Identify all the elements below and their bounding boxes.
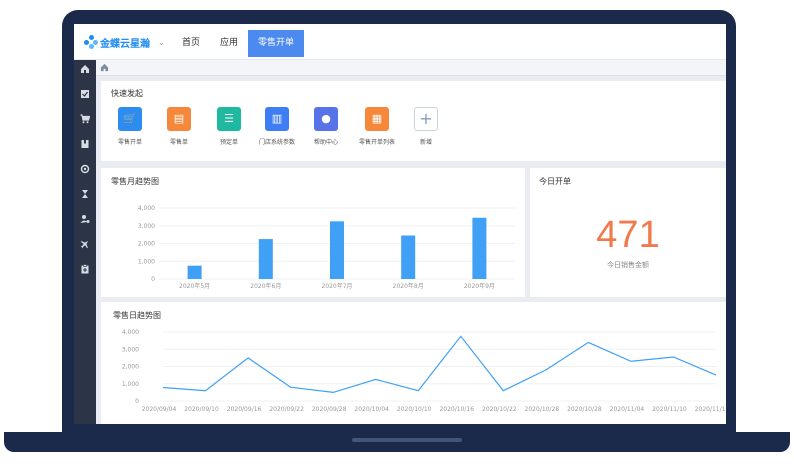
daily-line-chart: 0 1,000 2,000 3,000 4,000 2020/09/04 2020/09/1… — [122, 329, 726, 413]
chevron-down-icon[interactable]: ⌄ — [158, 38, 165, 47]
y-tick-label: 2,000 — [122, 364, 139, 371]
logo-icon — [84, 35, 98, 49]
cart-icon[interactable] — [74, 114, 96, 128]
printer-icon: ▦ — [365, 107, 389, 131]
plus-icon: + — [414, 107, 438, 131]
app-logo[interactable]: 金蝶云星瀚 ⌄ — [84, 35, 165, 50]
x-tick-label: 2020/10/04 — [354, 406, 389, 413]
bar — [330, 221, 344, 279]
quick-item-label: 预定单 — [219, 139, 238, 146]
x-tick-label: 2020/10/22 — [482, 406, 517, 413]
airplane-icon[interactable] — [74, 239, 96, 253]
nav-retail-order[interactable]: 零售开单 — [248, 30, 305, 57]
y-tick-label: 3,000 — [138, 223, 155, 230]
y-tick-label: 1,000 — [138, 258, 155, 265]
x-tick-label: 2020/09/16 — [227, 406, 262, 413]
x-tick-label: 2020/09/10 — [184, 406, 219, 413]
quick-item-label: 零售开单 — [117, 139, 142, 146]
quick-start-title: 快速发起 — [111, 89, 143, 98]
quick-start-card: 快速发起 🛒 零售开单 ▤ 零售单 ☰ 预定单 ▥ 门店系统参数 ● 帮助中心 … — [101, 81, 726, 161]
home-icon[interactable] — [74, 64, 96, 78]
y-tick-label: 3,000 — [122, 346, 139, 353]
y-tick-label: 0 — [135, 398, 139, 405]
quick-item-add[interactable]: + 新增 — [406, 107, 446, 146]
x-tick-label: 2020/11/10 — [652, 406, 687, 413]
x-tick-label: 2020/09/04 — [142, 406, 177, 413]
bar — [472, 217, 487, 279]
clipboard-icon[interactable] — [74, 264, 96, 278]
daily-trend-card: 零售日趋势图 0 1,000 2,000 3,000 4,000 2020/09/04 20… — [101, 302, 726, 424]
today-orders-card: 今日开单 471 今日销售金额 — [530, 168, 726, 297]
quick-item-help-center[interactable]: ● 帮助中心 — [306, 107, 346, 146]
bar — [187, 265, 202, 279]
logo-text: 金蝶云星瀚 — [100, 38, 150, 50]
top-bar: 金蝶云星瀚 ⌄ 首页 应用 零售开单 — [74, 24, 726, 60]
today-sales-value: 471 — [596, 214, 660, 256]
top-nav: 首页 应用 零售开单 — [172, 30, 305, 57]
bar — [401, 235, 416, 279]
x-tick-label: 2020年8月 — [393, 282, 424, 290]
person-icon: ● — [314, 107, 338, 131]
app-screen: 金蝶云星瀚 ⌄ 首页 应用 零售开单 快速发起 🛒 零售开单 ▤ 零售单 ☰ 预… — [74, 24, 726, 424]
today-sales-caption: 今日销售金额 — [607, 261, 649, 269]
laptop-base — [4, 432, 790, 452]
y-tick-label: 4,000 — [138, 205, 155, 212]
x-tick-label: 2020年9月 — [464, 282, 495, 290]
quick-item-order-list[interactable]: ▦ 零售开单列表 — [357, 107, 397, 146]
quick-item-label: 帮助中心 — [313, 139, 338, 146]
x-tick-label: 2020/10/16 — [439, 406, 474, 413]
y-tick-label: 1,000 — [122, 381, 139, 388]
check-square-icon[interactable] — [74, 89, 96, 103]
x-tick-label: 2020/09/22 — [269, 406, 304, 413]
list-doc-icon: ☰ — [217, 107, 241, 131]
nav-home[interactable]: 首页 — [172, 30, 210, 57]
quick-item-store-params[interactable]: ▥ 门店系统参数 — [257, 107, 297, 146]
y-tick-label: 0 — [151, 276, 155, 283]
quick-item-label: 门店系统参数 — [258, 139, 295, 146]
cart-icon: 🛒 — [118, 107, 142, 131]
today-orders-title: 今日开单 — [539, 177, 571, 186]
bar-doc-icon: ▤ — [167, 107, 191, 131]
x-tick-label: 2020/09/28 — [312, 406, 347, 413]
breadcrumb-home-icon[interactable] — [100, 63, 109, 75]
y-tick-label: 2,000 — [138, 241, 155, 248]
refresh-icon[interactable] — [74, 164, 96, 178]
y-tick-label: 4,000 — [122, 329, 139, 336]
laptop-notch — [352, 438, 462, 442]
breadcrumb — [96, 60, 726, 76]
hourglass-icon[interactable] — [74, 189, 96, 203]
x-tick-label: 2020年7月 — [321, 282, 352, 290]
chart-doc-icon: ▥ — [265, 107, 289, 131]
x-tick-label: 2020/10/10 — [397, 406, 432, 413]
quick-item-label: 零售开单列表 — [358, 139, 395, 146]
nav-apps[interactable]: 应用 — [210, 30, 248, 57]
user-gear-icon[interactable] — [74, 214, 96, 228]
x-tick-label: 2020/10/28 — [525, 406, 560, 413]
x-tick-label: 2020/11/16 — [695, 406, 726, 413]
x-tick-label: 2020/11/04 — [610, 406, 645, 413]
bar — [258, 239, 273, 279]
quick-item-label: 零售单 — [169, 139, 188, 146]
quick-item-retail-slip[interactable]: ▤ 零售单 — [159, 107, 199, 146]
monthly-bar-chart: 0 1,000 2,000 3,000 4,000 2020年5月 2020年6月 2020年… — [138, 205, 515, 290]
quick-item-label: 新增 — [419, 139, 432, 146]
sidebar — [74, 60, 96, 424]
quick-item-retail-order[interactable]: 🛒 零售开单 — [110, 107, 150, 146]
bookmark-icon[interactable] — [74, 139, 96, 153]
x-tick-label: 2020/10/28 — [567, 406, 602, 413]
x-tick-label: 2020年5月 — [179, 282, 210, 290]
x-tick-label: 2020年6月 — [250, 282, 281, 290]
quick-item-reservation[interactable]: ☰ 预定单 — [209, 107, 249, 146]
monthly-trend-card: 零售月趋势图 0 1,000 2,000 3,000 4,000 2020年5月 2020年… — [101, 168, 525, 297]
